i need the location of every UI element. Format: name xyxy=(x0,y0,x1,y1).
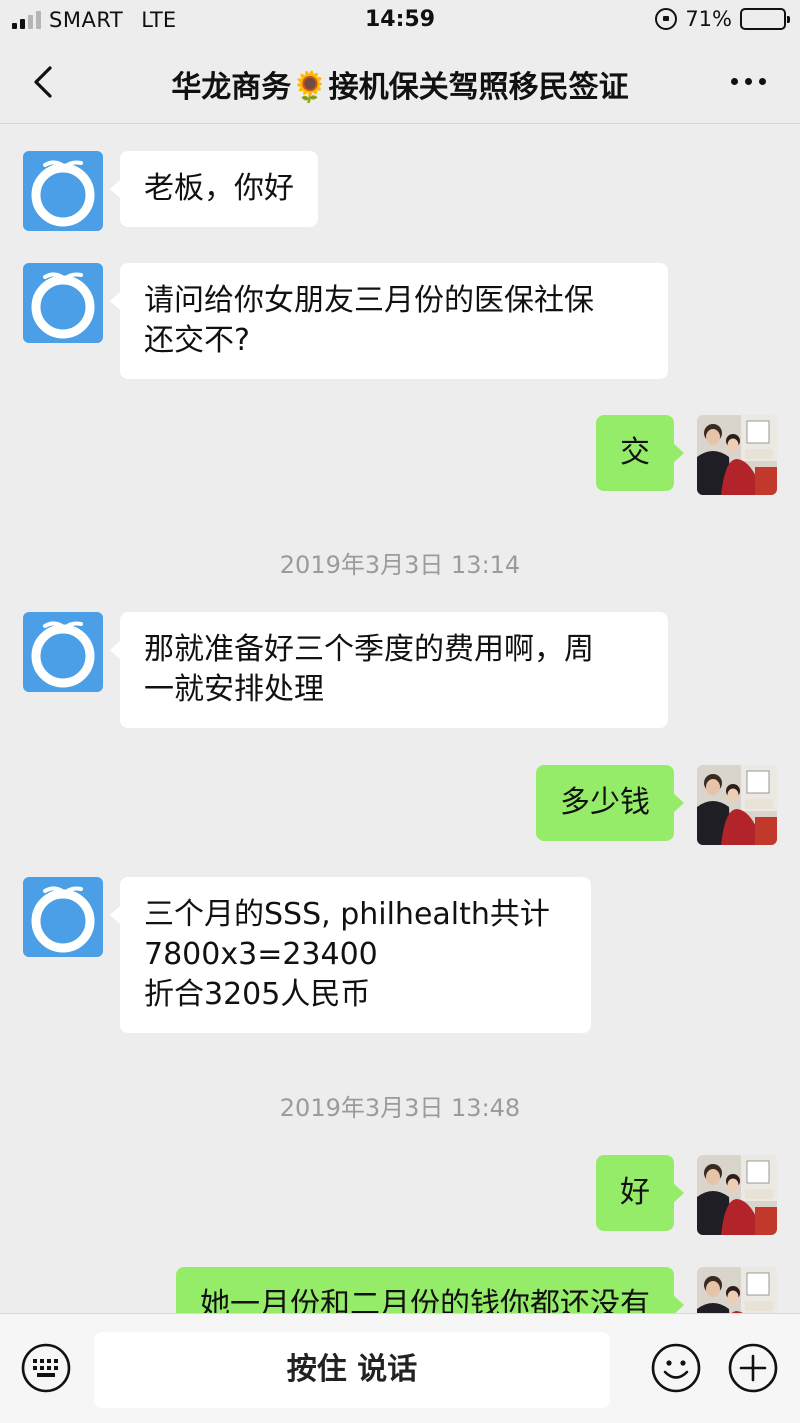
user-avatar[interactable] xyxy=(697,765,777,845)
contact-avatar[interactable] xyxy=(23,612,103,692)
message-bubble-incoming[interactable]: 那就准备好三个季度的费用啊，周 一就安排处理 xyxy=(110,612,668,728)
message-bubble-outgoing[interactable]: 多少钱 xyxy=(536,765,684,841)
more-options-icon[interactable] xyxy=(731,78,766,85)
message-bubble-incoming[interactable]: 三个月的SSS, philhealth共计 7800x3=23400 折合320… xyxy=(110,877,591,1033)
contact-avatar[interactable] xyxy=(23,877,103,957)
message-list[interactable]: 老板，你好 请问给你女朋友三月份的医保社保 还交不? 交 2019年3月3日 1… xyxy=(0,125,800,1313)
message-bubble-incoming[interactable]: 请问给你女朋友三月份的医保社保 还交不? xyxy=(110,263,668,379)
user-avatar[interactable] xyxy=(697,1155,777,1235)
keyboard-toggle-icon[interactable] xyxy=(20,1342,72,1394)
message-bubble-outgoing[interactable]: 她一月份和二月份的钱你都还没有 xyxy=(176,1267,684,1313)
chat-title: 华龙商务🌻接机保关驾照移民签证 xyxy=(171,70,629,105)
emoji-icon[interactable] xyxy=(650,1342,702,1394)
user-avatar[interactable] xyxy=(697,415,777,495)
message-timestamp: 2019年3月3日 13:48 xyxy=(279,1094,521,1122)
contact-avatar[interactable] xyxy=(23,263,103,343)
battery-icon xyxy=(740,8,790,30)
status-bar: SMART LTE 14:59 71% xyxy=(0,0,800,40)
input-bar: 按住 说话 xyxy=(0,1313,800,1423)
battery-percent: 71% xyxy=(685,7,732,31)
message-bubble-outgoing[interactable]: 交 xyxy=(596,415,684,491)
rotation-lock-icon xyxy=(655,8,678,30)
message-bubble-outgoing[interactable]: 好 xyxy=(596,1155,684,1231)
hold-to-talk-button[interactable]: 按住 说话 xyxy=(94,1332,610,1408)
contact-avatar[interactable] xyxy=(23,151,103,231)
status-bar-right: 71% xyxy=(655,7,790,31)
chat-header: 华龙商务🌻接机保关驾照移民签证 xyxy=(0,40,800,124)
add-more-icon[interactable] xyxy=(727,1342,779,1394)
message-bubble-incoming[interactable]: 老板，你好 xyxy=(110,151,318,227)
message-timestamp: 2019年3月3日 13:14 xyxy=(279,551,521,579)
user-avatar[interactable] xyxy=(697,1267,777,1313)
